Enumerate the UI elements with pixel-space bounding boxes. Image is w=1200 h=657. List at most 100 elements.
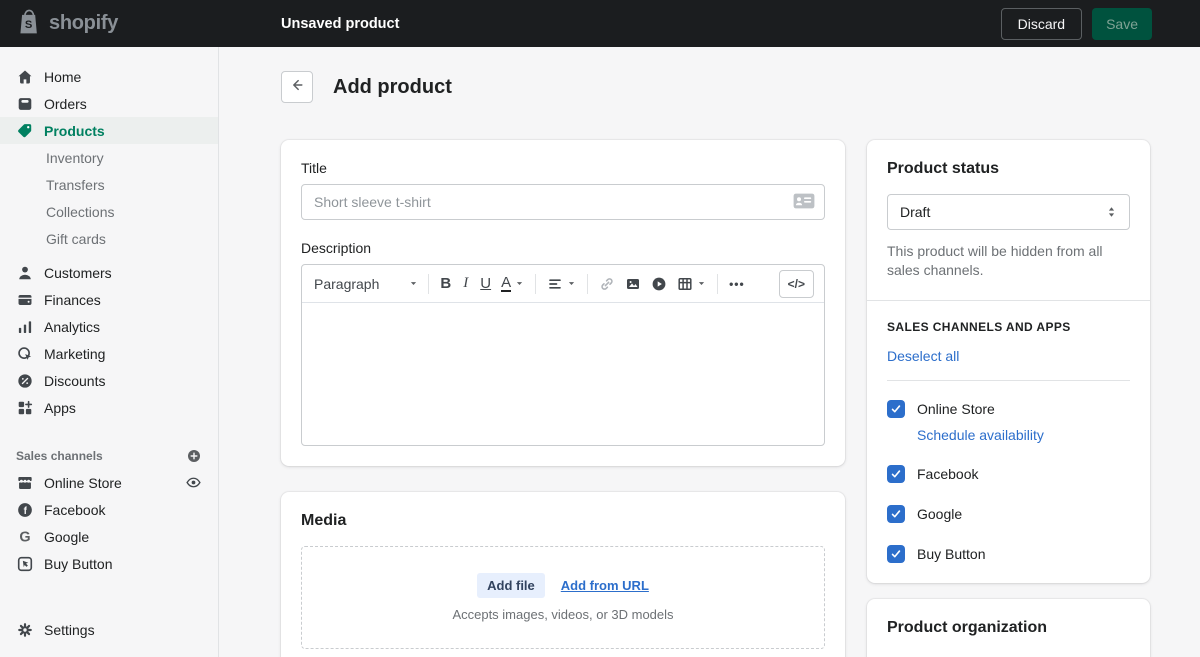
view-online-store-eye-icon[interactable] [185, 474, 202, 491]
add-from-url-link[interactable]: Add from URL [561, 578, 649, 593]
sidebar-item-label: Analytics [44, 318, 101, 335]
paragraph-style-dropdown[interactable]: Paragraph [312, 272, 422, 296]
toolbar-divider [428, 273, 430, 294]
sidebar-item-products[interactable]: Products [0, 117, 218, 144]
main-content: Add product Title Description [219, 47, 1200, 657]
google-icon: G [16, 528, 34, 546]
topbar-page-title: Unsaved product [281, 15, 400, 32]
sidebar-item-label: Home [44, 68, 82, 85]
align-left-icon [549, 278, 561, 289]
apps-grid-icon [16, 399, 34, 417]
sidebar-item-transfers[interactable]: Transfers [0, 171, 218, 198]
sidebar-item-google[interactable]: G Google [0, 523, 218, 550]
description-textarea[interactable] [302, 303, 824, 445]
deselect-all-link[interactable]: Deselect all [887, 348, 959, 364]
sidebar-item-analytics[interactable]: Analytics [0, 313, 218, 340]
facebook-checkbox[interactable] [887, 465, 905, 483]
chevron-down-icon [516, 282, 523, 285]
media-dropzone[interactable]: Add file Add from URL Accepts images, vi… [301, 546, 825, 649]
chevron-down-icon [568, 282, 575, 285]
sidebar-item-label: Google [44, 528, 90, 545]
buy-button-icon [16, 555, 34, 573]
sidebar-item-inventory[interactable]: Inventory [0, 144, 218, 171]
topbar: S shopify Unsaved product Discard Save [0, 0, 1200, 47]
settings-gear-icon [16, 621, 34, 639]
sidebar-item-discounts[interactable]: Discounts [0, 367, 218, 394]
schedule-availability-link[interactable]: Schedule availability [917, 427, 1130, 443]
sidebar-item-label: Settings [44, 621, 95, 638]
chevron-down-icon [698, 282, 705, 285]
media-heading: Media [301, 512, 347, 529]
underline-button[interactable]: U [475, 271, 496, 296]
sidebar-item-label: Facebook [44, 501, 106, 518]
product-status-select[interactable]: Draft [887, 194, 1130, 230]
discounts-percent-icon [16, 372, 34, 390]
alignment-dropdown[interactable] [542, 272, 581, 296]
product-status-card: Product status Draft This product will b… [867, 140, 1150, 583]
sidebar-item-label: Customers [44, 264, 112, 281]
add-sales-channel-icon[interactable] [186, 448, 202, 464]
product-organization-card: Product organization Type [867, 599, 1150, 657]
google-checkbox[interactable] [887, 505, 905, 523]
table-icon [678, 277, 692, 290]
sidebar-item-buy-button[interactable]: Buy Button [0, 550, 218, 577]
sidebar-item-finances[interactable]: Finances [0, 286, 218, 313]
sales-channels-apps-header: SALES CHANNELS AND APPS [887, 320, 1071, 334]
sidebar-item-customers[interactable]: Customers [0, 259, 218, 286]
show-html-button[interactable]: </> [778, 269, 814, 298]
finances-wallet-icon [16, 291, 34, 309]
nav-group-divider [0, 252, 218, 259]
image-icon [627, 278, 640, 289]
table-dropdown[interactable] [672, 272, 711, 296]
channel-label: Online Store [917, 401, 995, 417]
sidebar-item-label: Marketing [44, 345, 106, 362]
online-store-checkbox[interactable] [887, 400, 905, 418]
sidebar-item-settings[interactable]: Settings [0, 616, 218, 643]
sidebar-item-facebook[interactable]: f Facebook [0, 496, 218, 523]
media-card: Media Add file Add from URL Accepts imag… [281, 492, 845, 657]
more-formatting-button[interactable]: ••• [724, 273, 750, 295]
save-button[interactable]: Save [1092, 7, 1152, 40]
autofill-card-icon [793, 193, 815, 212]
text-color-dropdown[interactable]: A [496, 271, 529, 296]
insert-video-button[interactable] [646, 272, 672, 296]
sidebar-item-label: Finances [44, 291, 101, 308]
back-button[interactable] [281, 71, 313, 103]
customers-icon [16, 264, 34, 282]
media-helper-text: Accepts images, videos, or 3D models [452, 607, 674, 622]
toolbar-divider [535, 273, 537, 294]
insert-image-button[interactable] [620, 272, 646, 296]
sidebar-item-apps[interactable]: Apps [0, 394, 218, 421]
products-tag-icon [16, 122, 34, 140]
product-organization-heading: Product organization [887, 619, 1047, 636]
sidebar-item-home[interactable]: Home [0, 63, 218, 90]
editor-toolbar: Paragraph B I U A ••• </> [302, 265, 824, 303]
link-button[interactable] [594, 272, 620, 296]
sidebar-item-orders[interactable]: Orders [0, 90, 218, 117]
sidebar-item-marketing[interactable]: Marketing [0, 340, 218, 367]
shopify-wordmark: shopify [49, 12, 119, 34]
discard-button[interactable]: Discard [1000, 7, 1083, 40]
bold-button[interactable]: B [435, 271, 456, 296]
sidebar-item-label: Discounts [44, 372, 106, 389]
checkmark-icon [891, 550, 901, 558]
title-label: Title [301, 160, 327, 176]
home-icon [16, 68, 34, 86]
back-arrow-icon [289, 77, 305, 98]
title-input[interactable] [301, 184, 825, 220]
buy-button-checkbox[interactable] [887, 545, 905, 563]
description-editor: Paragraph B I U A ••• </> [301, 264, 825, 446]
inset-divider [887, 380, 1130, 381]
marketing-icon [16, 345, 34, 363]
chevron-down-icon [411, 282, 417, 285]
link-icon [601, 277, 613, 290]
sidebar-item-collections[interactable]: Collections [0, 198, 218, 225]
select-updown-icon [1108, 207, 1115, 217]
sidebar-item-gift-cards[interactable]: Gift cards [0, 225, 218, 252]
svg-text:G: G [19, 529, 30, 545]
shopify-logo[interactable]: S shopify [0, 8, 219, 39]
add-file-button[interactable]: Add file [477, 573, 545, 598]
sidebar-item-online-store[interactable]: Online Store [0, 469, 218, 496]
italic-button[interactable]: I [456, 271, 475, 296]
facebook-icon: f [16, 501, 34, 519]
